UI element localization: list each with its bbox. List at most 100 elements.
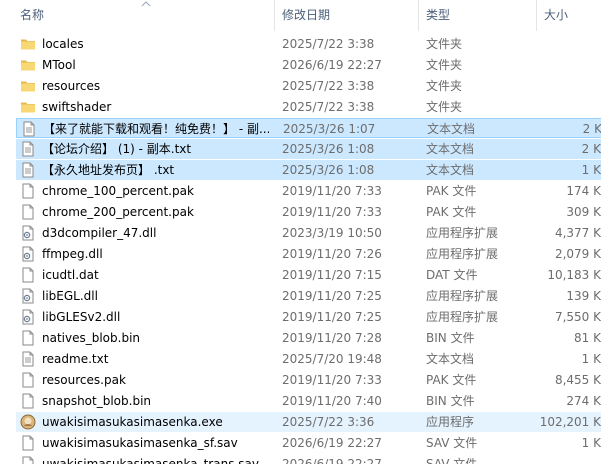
file-modified-date: 2025/7/22 3:38 [282,100,375,114]
file-name: 【论坛介绍】 (1) - 副本.txt [42,142,192,156]
column-divider[interactable] [274,0,275,31]
column-divider[interactable] [536,0,537,31]
text-file-icon [22,162,34,178]
file-size [526,454,601,464]
file-name: 【永久地址发布页】 .txt [42,163,175,177]
file-modified-date: 2019/11/20 7:33 [282,373,382,387]
file-modified-date: 2025/7/22 3:38 [282,79,375,93]
file-size [526,76,601,96]
file-type: 文件夹 [426,100,463,114]
column-divider[interactable] [418,0,419,31]
file-row[interactable]: resources 2025/7/22 3:38 文件夹 [16,76,601,96]
file-type: 应用程序扩展 [426,310,499,324]
file-modified-date: 2019/11/20 7:26 [282,247,382,261]
file-row[interactable]: uwakisimasukasimasenka_trans.sav 2026/6/1… [16,454,601,464]
file-row[interactable]: 【来了就能下载和观看！纯免费！】 - 副... 2025/3/26 1:07 文本文… [16,118,601,138]
file-type: 应用程序扩展 [426,289,499,303]
column-header-type[interactable]: 类型 [426,0,450,31]
file-explorer-list: 名称 修改日期 类型 大小 locales 2025/7/22 3:38 文件夹 MT… [0,0,601,464]
column-header-date[interactable]: 修改日期 [282,0,330,31]
file-size: 1 K [581,436,601,450]
file-name: resources [42,79,101,93]
file-size: 1 K [581,163,601,177]
file-row[interactable]: libGLESv2.dll 2019/11/20 7:25 应用程序扩展 7,550 … [16,307,601,327]
file-modified-date: 2019/11/20 7:33 [282,205,382,219]
folder-icon [21,81,35,92]
file-row[interactable]: MTool 2026/6/19 22:27 文件夹 [16,55,601,75]
file-modified-date: 2023/3/19 10:50 [282,226,382,240]
folder-icon [21,39,35,50]
file-row[interactable]: icudtl.dat 2019/11/20 7:15 DAT 文件 10,183 K [16,265,601,285]
file-modified-date: 2026/6/19 22:27 [282,58,382,72]
file-size: 4,377 K [554,226,601,240]
file-row[interactable]: d3dcompiler_47.dll 2023/3/19 10:50 应用程序扩展 4… [16,223,601,243]
file-type: DAT 文件 [426,268,478,282]
column-header-size[interactable]: 大小 [544,0,568,31]
file-modified-date: 2019/11/20 7:28 [282,331,382,345]
file-modified-date: 2025/7/22 3:36 [282,415,375,429]
file-row[interactable]: chrome_100_percent.pak 2019/11/20 7:33 PAK… [16,181,601,201]
file-modified-date: 2019/11/20 7:25 [282,310,382,324]
file-modified-date: 2019/11/20 7:40 [282,394,382,408]
file-size: 10,183 K [547,268,601,282]
file-row[interactable]: locales 2025/7/22 3:38 文件夹 [16,34,601,54]
dll-file-icon [22,246,34,262]
file-name: libEGL.dll [42,289,98,303]
file-type: 文件夹 [426,79,463,93]
file-icon [22,393,34,409]
file-type: 应用程序扩展 [426,247,499,261]
text-file-icon [22,141,34,157]
column-header-bar: 名称 修改日期 类型 大小 [0,0,601,31]
file-size [526,97,601,117]
dll-file-icon [22,288,34,304]
file-modified-date: 2025/3/26 1:08 [282,163,375,177]
file-type: 文本文档 [426,142,475,156]
file-name: swiftshader [42,100,112,114]
file-modified-date: 2019/11/20 7:25 [282,289,382,303]
file-size: 309 K [566,205,601,219]
file-icon [22,456,34,464]
file-row[interactable]: 【永久地址发布页】 .txt 2025/3/26 1:08 文本文档 1 K [16,160,601,180]
folder-icon [21,60,35,71]
file-row[interactable]: uwakisimasukasimasenka.exe 2025/7/22 3:36… [16,412,601,432]
column-header-name[interactable]: 名称 [20,0,44,31]
file-row[interactable]: 【论坛介绍】 (1) - 副本.txt 2025/3/26 1:08 文本文档 2 K [16,139,601,159]
file-name: chrome_200_percent.pak [42,205,194,219]
file-row[interactable]: ffmpeg.dll 2019/11/20 7:26 应用程序扩展 2,079 K [16,244,601,264]
file-row[interactable]: swiftshader 2025/7/22 3:38 文件夹 [16,97,601,117]
file-name: readme.txt [42,352,109,366]
dll-file-icon [22,309,34,325]
text-file-icon [23,121,35,137]
file-modified-date: 2025/3/26 1:08 [282,142,375,156]
file-size: 102,201 K [539,415,601,429]
file-icon [22,183,34,199]
file-type: SAV 文件 [426,457,478,464]
file-icon [22,372,34,388]
file-row[interactable]: resources.pak 2019/11/20 7:33 PAK 文件 8,455 … [16,370,601,390]
file-type: BIN 文件 [426,331,475,345]
file-size: 2 K [581,142,601,156]
file-name: resources.pak [42,373,126,387]
file-type: 文件夹 [426,58,463,72]
file-modified-date: 2025/3/26 1:07 [283,122,376,136]
file-name: icudtl.dat [42,268,99,282]
file-row[interactable]: readme.txt 2025/7/20 19:48 文本文档 1 K [16,349,601,369]
file-icon [22,435,34,451]
file-row[interactable]: libEGL.dll 2019/11/20 7:25 应用程序扩展 139 K [16,286,601,306]
file-name: chrome_100_percent.pak [42,184,194,198]
file-row[interactable]: uwakisimasukasimasenka_sf.sav 2026/6/19 2… [16,433,601,453]
file-type: 文本文档 [426,163,475,177]
file-row[interactable]: snapshot_blob.bin 2019/11/20 7:40 BIN 文件 27… [16,391,601,411]
file-size [526,55,601,75]
file-row[interactable]: natives_blob.bin 2019/11/20 7:28 BIN 文件 81 … [16,328,601,348]
file-modified-date: 2019/11/20 7:15 [282,268,382,282]
file-name: uwakisimasukasimasenka.exe [42,415,223,429]
file-name: 【来了就能下载和观看！纯免费！】 - 副... [43,122,269,136]
file-type: 应用程序 [426,415,475,429]
file-row[interactable]: chrome_200_percent.pak 2019/11/20 7:33 PAK… [16,202,601,222]
file-size: 8,455 K [554,373,601,387]
file-size: 274 K [566,394,601,408]
file-icon [22,267,34,283]
file-size: 2,079 K [554,247,601,261]
file-type: PAK 文件 [426,373,477,387]
